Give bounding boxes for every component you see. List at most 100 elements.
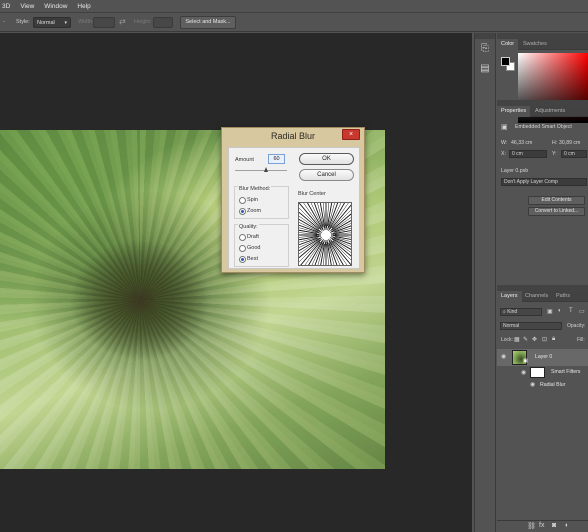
style-select[interactable]: Normal ▾ xyxy=(33,17,71,28)
options-separator: - xyxy=(3,19,5,25)
amount-slider-track[interactable] xyxy=(235,170,287,171)
x-input[interactable]: 0 cm xyxy=(509,150,547,158)
style-select-value: Normal xyxy=(37,20,55,26)
eye-icon[interactable]: ◉ xyxy=(521,369,526,376)
pixel-filter-icon[interactable]: ▣ xyxy=(547,308,553,315)
blur-center-preview[interactable] xyxy=(298,202,352,266)
draft-label: Draft xyxy=(247,234,259,240)
layer-comp-select[interactable]: Don't Apply Layer Comp xyxy=(501,178,587,186)
layers-bottom-bar: ⛓︎ fx ◙ ◐ xyxy=(497,520,588,532)
edit-contents-button[interactable]: Edit Contents xyxy=(528,196,585,205)
tab-color[interactable]: Color xyxy=(497,39,519,50)
radial-blur-dialog: Radial Blur × Amount 60 OK Cancel Blur M… xyxy=(221,127,365,273)
blend-opacity-bar: Normal Opacity: xyxy=(497,322,588,332)
menu-bar: 3D View Window Help xyxy=(0,0,588,12)
history-icon[interactable]: ⎘ xyxy=(479,43,491,55)
menu-view[interactable]: View xyxy=(20,3,34,10)
spin-radio[interactable]: Spin xyxy=(239,197,258,204)
lock-label: Lock: xyxy=(501,337,513,343)
good-label: Good xyxy=(247,245,261,251)
options-bar: - Style: Normal ▾ Width: ⇄ Height: Selec… xyxy=(0,12,588,32)
filter-row[interactable]: ◉ Radial Blur xyxy=(497,380,588,391)
dock-collapse-strip[interactable] xyxy=(475,33,495,39)
dialog-body: Amount 60 OK Cancel Blur Method: Spin Zo… xyxy=(228,147,360,269)
mask-icon[interactable]: ◙ xyxy=(552,522,556,529)
blur-method-label: Blur Method: xyxy=(238,186,272,192)
height-input[interactable] xyxy=(153,17,173,28)
adjustment-icon[interactable]: ◐ xyxy=(565,522,569,529)
tab-paths[interactable]: Paths xyxy=(552,291,574,302)
fx-icon[interactable]: fx xyxy=(539,522,544,529)
filter-name[interactable]: Radial Blur xyxy=(540,382,565,388)
fill-label: Fill: xyxy=(577,337,585,343)
source-file-name: Layer 0.psb xyxy=(501,168,529,174)
swap-icon[interactable]: ⇄ xyxy=(119,17,126,26)
smart-filters-row[interactable]: ◉ Smart Filters xyxy=(497,366,588,380)
tab-layers[interactable]: Layers xyxy=(497,291,522,302)
type-filter-icon[interactable]: T xyxy=(569,308,573,314)
ok-button[interactable]: OK xyxy=(299,153,354,165)
properties-panel-tabs: Properties Adjustments xyxy=(497,106,588,117)
blur-center-rays xyxy=(299,203,351,265)
shape-filter-icon[interactable]: ▭ xyxy=(579,308,585,315)
good-radio[interactable]: Good xyxy=(239,245,261,252)
best-label: Best xyxy=(247,256,259,262)
amount-slider-thumb[interactable] xyxy=(264,167,268,172)
foreground-color-swatch[interactable] xyxy=(501,57,510,66)
close-icon: × xyxy=(348,131,354,138)
w-label: W: xyxy=(501,140,508,146)
zoom-label: Zoom xyxy=(247,208,262,214)
link-icon[interactable]: ⛓︎ xyxy=(527,522,536,530)
kind-filter-select[interactable]: ⌕ Kind xyxy=(500,308,542,316)
layer-filter-bar: ⌕ Kind ▣ ◐ T ▭ xyxy=(497,308,588,318)
tab-properties[interactable]: Properties xyxy=(497,106,531,117)
amount-label: Amount xyxy=(235,157,254,163)
adjustment-filter-icon[interactable]: ◐ xyxy=(558,308,562,314)
tab-channels[interactable]: Channels xyxy=(521,291,552,302)
smart-object-badge-icon: ▣ xyxy=(523,358,528,364)
cancel-button[interactable]: Cancel xyxy=(299,169,354,181)
draft-radio[interactable]: Draft xyxy=(239,234,259,241)
smart-object-icon: ▣ xyxy=(501,124,508,131)
menu-help[interactable]: Help xyxy=(77,3,90,10)
chevron-down-icon: ▾ xyxy=(64,20,67,26)
height-label: Height: xyxy=(134,19,152,25)
actions-icon[interactable]: ▤ xyxy=(479,63,491,75)
smart-filter-mask-thumbnail[interactable] xyxy=(530,367,545,378)
zoom-radio[interactable]: Zoom xyxy=(239,208,262,215)
width-label: Width: xyxy=(78,19,94,25)
close-button[interactable]: × xyxy=(342,129,360,140)
h-label: H: xyxy=(552,140,558,146)
eye-icon[interactable]: ◉ xyxy=(530,381,535,388)
best-radio[interactable]: Best xyxy=(239,256,259,263)
select-and-mask-button[interactable]: Select and Mask... xyxy=(180,16,236,29)
smart-object-type: Embedded Smart Object xyxy=(515,124,572,130)
lock-transparent-icon[interactable]: ▦ xyxy=(514,336,520,343)
blend-mode-select[interactable]: Normal xyxy=(500,322,562,330)
lock-artboard-icon[interactable]: ⊡ xyxy=(542,336,547,343)
tab-adjustments[interactable]: Adjustments xyxy=(531,106,569,117)
opacity-label: Opacity: xyxy=(567,323,586,329)
lock-brush-icon[interactable]: ✎ xyxy=(523,336,528,343)
lock-all-icon[interactable]: 🔒︎ xyxy=(552,336,555,343)
style-label: Style: xyxy=(16,19,30,25)
convert-to-linked-button[interactable]: Convert to Linked... xyxy=(528,207,585,216)
h-value: 30,89 cm xyxy=(559,140,581,146)
y-label: Y: xyxy=(552,151,557,157)
menu-window[interactable]: Window xyxy=(44,3,67,10)
y-input[interactable]: 0 cm xyxy=(561,150,587,158)
color-panel-tabs: Color Swatches xyxy=(497,39,588,50)
layer-row[interactable]: ◉ ▣ Layer 0 xyxy=(497,349,588,366)
layer-name[interactable]: Layer 0 xyxy=(535,354,552,360)
eye-icon[interactable]: ◉ xyxy=(501,353,506,360)
right-panel-dock: Color Swatches Properties Adjustments ▣ … xyxy=(497,33,588,532)
smart-filters-label: Smart Filters xyxy=(551,369,581,375)
photoshop-window: 3D View Window Help - Style: Normal ▾ Wi… xyxy=(0,0,588,532)
lock-move-icon[interactable]: ✥ xyxy=(532,336,537,343)
tab-swatches[interactable]: Swatches xyxy=(519,39,551,50)
menu-3d[interactable]: 3D xyxy=(2,3,10,10)
width-input[interactable] xyxy=(93,17,115,28)
canvas-workspace xyxy=(0,33,472,532)
amount-input[interactable]: 60 xyxy=(268,154,285,164)
quality-group: Quality: Draft Good Best xyxy=(234,224,289,267)
